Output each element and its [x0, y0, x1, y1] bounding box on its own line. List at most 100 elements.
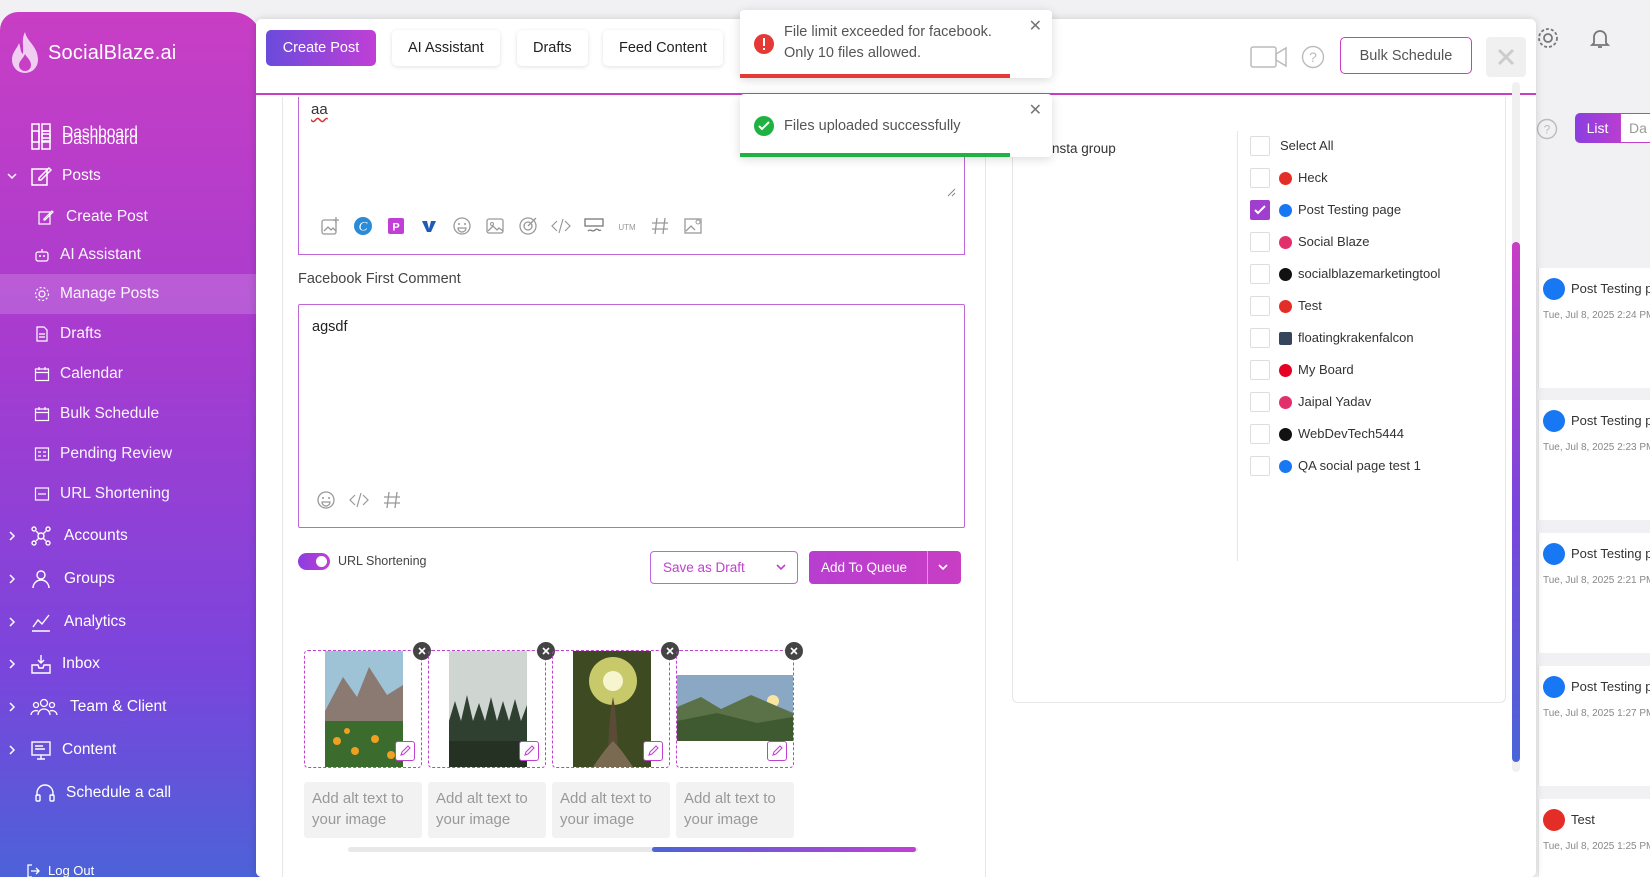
chevron-down-icon[interactable]: [775, 561, 787, 573]
group-name: insta group: [1049, 141, 1116, 156]
sidebar-item-posts[interactable]: Posts: [0, 156, 262, 196]
first-comment-field[interactable]: agsdf: [298, 304, 965, 528]
edit-media-button[interactable]: [395, 741, 415, 761]
tab-create-post[interactable]: Create Post: [266, 30, 376, 66]
sidebar-item-bulk-schedule[interactable]: Bulk Schedule: [0, 394, 262, 434]
sidebar-item-schedule-call[interactable]: Schedule a call: [0, 773, 262, 813]
sidebar-item-calendar[interactable]: Calendar: [0, 354, 262, 394]
alt-text-input[interactable]: Add alt text to your image: [304, 782, 422, 838]
svg-text:?: ?: [1309, 49, 1317, 65]
select-all-checkbox[interactable]: [1250, 136, 1270, 156]
code-icon[interactable]: [342, 489, 375, 511]
sidebar-item-dashboard[interactable]: Dashboard: [0, 113, 262, 153]
emoji-icon[interactable]: [309, 489, 342, 511]
url-shortening-toggle[interactable]: [298, 553, 330, 570]
bulk-schedule-button[interactable]: Bulk Schedule: [1340, 37, 1472, 74]
brand-logo[interactable]: SocialBlaze.ai: [8, 30, 176, 76]
bell-icon[interactable]: [1588, 26, 1612, 50]
checked-checkbox[interactable]: [1250, 200, 1270, 220]
media-thumbnail[interactable]: [428, 642, 555, 768]
tab-drafts[interactable]: Drafts: [517, 30, 588, 66]
editor-toolbar: C P UTM: [313, 215, 709, 237]
check-circle-icon: [754, 116, 774, 136]
alt-text-input[interactable]: Add alt text to your image: [552, 782, 670, 838]
sidebar-item-groups[interactable]: Groups: [0, 559, 262, 599]
inbox-icon: [31, 655, 51, 674]
toast-message: Files uploaded successfully: [784, 118, 961, 134]
close-icon: [542, 647, 550, 655]
close-toast-button[interactable]: ✕: [1029, 100, 1042, 120]
facebook-icon: [1279, 204, 1292, 217]
review-icon: [34, 447, 50, 461]
sidebar-item-content[interactable]: Content: [0, 730, 262, 770]
save-draft-button[interactable]: Save as Draft: [650, 551, 798, 584]
alt-text-input[interactable]: Add alt text to your image: [676, 782, 794, 838]
help-icon[interactable]: ?: [1536, 118, 1558, 140]
settings-icon[interactable]: [1536, 26, 1560, 50]
media-thumbnail[interactable]: [676, 642, 803, 768]
horizontal-scrollbar[interactable]: [348, 847, 918, 852]
edit-media-button[interactable]: [643, 741, 663, 761]
tab-feed-content[interactable]: Feed Content: [603, 30, 723, 66]
sidebar-item-logout[interactable]: Log Out: [0, 855, 262, 877]
media-thumbnail[interactable]: [304, 642, 431, 768]
youtube-icon: [1543, 809, 1565, 831]
day-view-button[interactable]: Da: [1620, 113, 1650, 143]
image-icon[interactable]: [478, 215, 511, 237]
facebook-icon: [1279, 460, 1292, 473]
facebook-icon: [1543, 543, 1565, 565]
tumblr-icon: [1279, 332, 1292, 345]
chevron-down-icon: [7, 173, 17, 180]
sidebar-item-pending-review[interactable]: Pending Review: [0, 434, 262, 474]
alt-text-input[interactable]: Add alt text to your image: [428, 782, 546, 838]
sidebar-item-drafts[interactable]: Drafts: [0, 314, 262, 354]
post-card[interactable]: Post Testing p Tue, Jul 8, 2025 2:21 PM: [1538, 533, 1650, 653]
post-card[interactable]: Test Tue, Jul 8, 2025 1:25 PM: [1538, 799, 1650, 877]
sidebar-item-url-shortening[interactable]: URL Shortening: [0, 474, 262, 514]
tiktok-icon: [1279, 268, 1292, 281]
image-settings-icon[interactable]: [676, 215, 709, 237]
tab-ai-assistant[interactable]: AI Assistant: [392, 30, 500, 66]
chevron-down-icon[interactable]: [937, 561, 949, 573]
calendar-icon: [34, 367, 50, 382]
signature-icon[interactable]: [577, 215, 610, 237]
post-card[interactable]: Post Testing p Tue, Jul 8, 2025 2:24 PM: [1538, 268, 1650, 388]
comment-toolbar: [309, 489, 408, 511]
emoji-icon[interactable]: [445, 215, 478, 237]
edit-media-button[interactable]: [519, 741, 539, 761]
instagram-icon: [1279, 396, 1292, 409]
media-thumbnail[interactable]: [552, 642, 679, 768]
sidebar-item-ai-assistant[interactable]: AI Assistant: [0, 235, 262, 275]
close-toast-button[interactable]: ✕: [1029, 16, 1042, 36]
resize-handle-icon[interactable]: [946, 187, 956, 197]
svg-text:C: C: [358, 219, 367, 234]
code-icon[interactable]: [544, 215, 577, 237]
remove-media-button[interactable]: [785, 642, 803, 660]
sidebar-item-analytics[interactable]: Analytics: [0, 602, 262, 642]
add-to-queue-button[interactable]: Add To Queue: [809, 551, 961, 584]
close-modal-button[interactable]: [1486, 37, 1526, 77]
post-card[interactable]: Post Testing p Tue, Jul 8, 2025 1:27 PM: [1538, 666, 1650, 786]
edit-media-button[interactable]: [767, 741, 787, 761]
vista-icon[interactable]: [412, 215, 445, 237]
utm-icon[interactable]: UTM: [610, 215, 643, 237]
sidebar-item-create-post[interactable]: Create Post: [0, 197, 262, 237]
url-shortening-label: URL Shortening: [338, 554, 427, 568]
sidebar-item-accounts[interactable]: Accounts: [0, 516, 262, 556]
vertical-scrollbar[interactable]: [1512, 82, 1520, 772]
sidebar-item-inbox[interactable]: Inbox: [0, 644, 262, 684]
list-view-button[interactable]: List: [1575, 113, 1620, 143]
sidebar-item-manage-posts[interactable]: Manage Posts: [0, 274, 262, 314]
error-icon: [754, 34, 774, 54]
add-media-icon[interactable]: [313, 215, 346, 237]
hashtag-icon[interactable]: [375, 489, 408, 511]
robot-icon: [35, 249, 49, 262]
help-icon[interactable]: ?: [1301, 45, 1325, 69]
video-camera-icon[interactable]: [1250, 44, 1288, 70]
post-card[interactable]: Post Testing p Tue, Jul 8, 2025 2:23 PM: [1538, 400, 1650, 520]
hashtag-icon[interactable]: [643, 215, 676, 237]
sidebar-item-team-client[interactable]: Team & Client: [0, 687, 262, 727]
canva-icon[interactable]: C: [346, 215, 379, 237]
target-icon[interactable]: [511, 215, 544, 237]
picsart-icon[interactable]: P: [379, 215, 412, 237]
